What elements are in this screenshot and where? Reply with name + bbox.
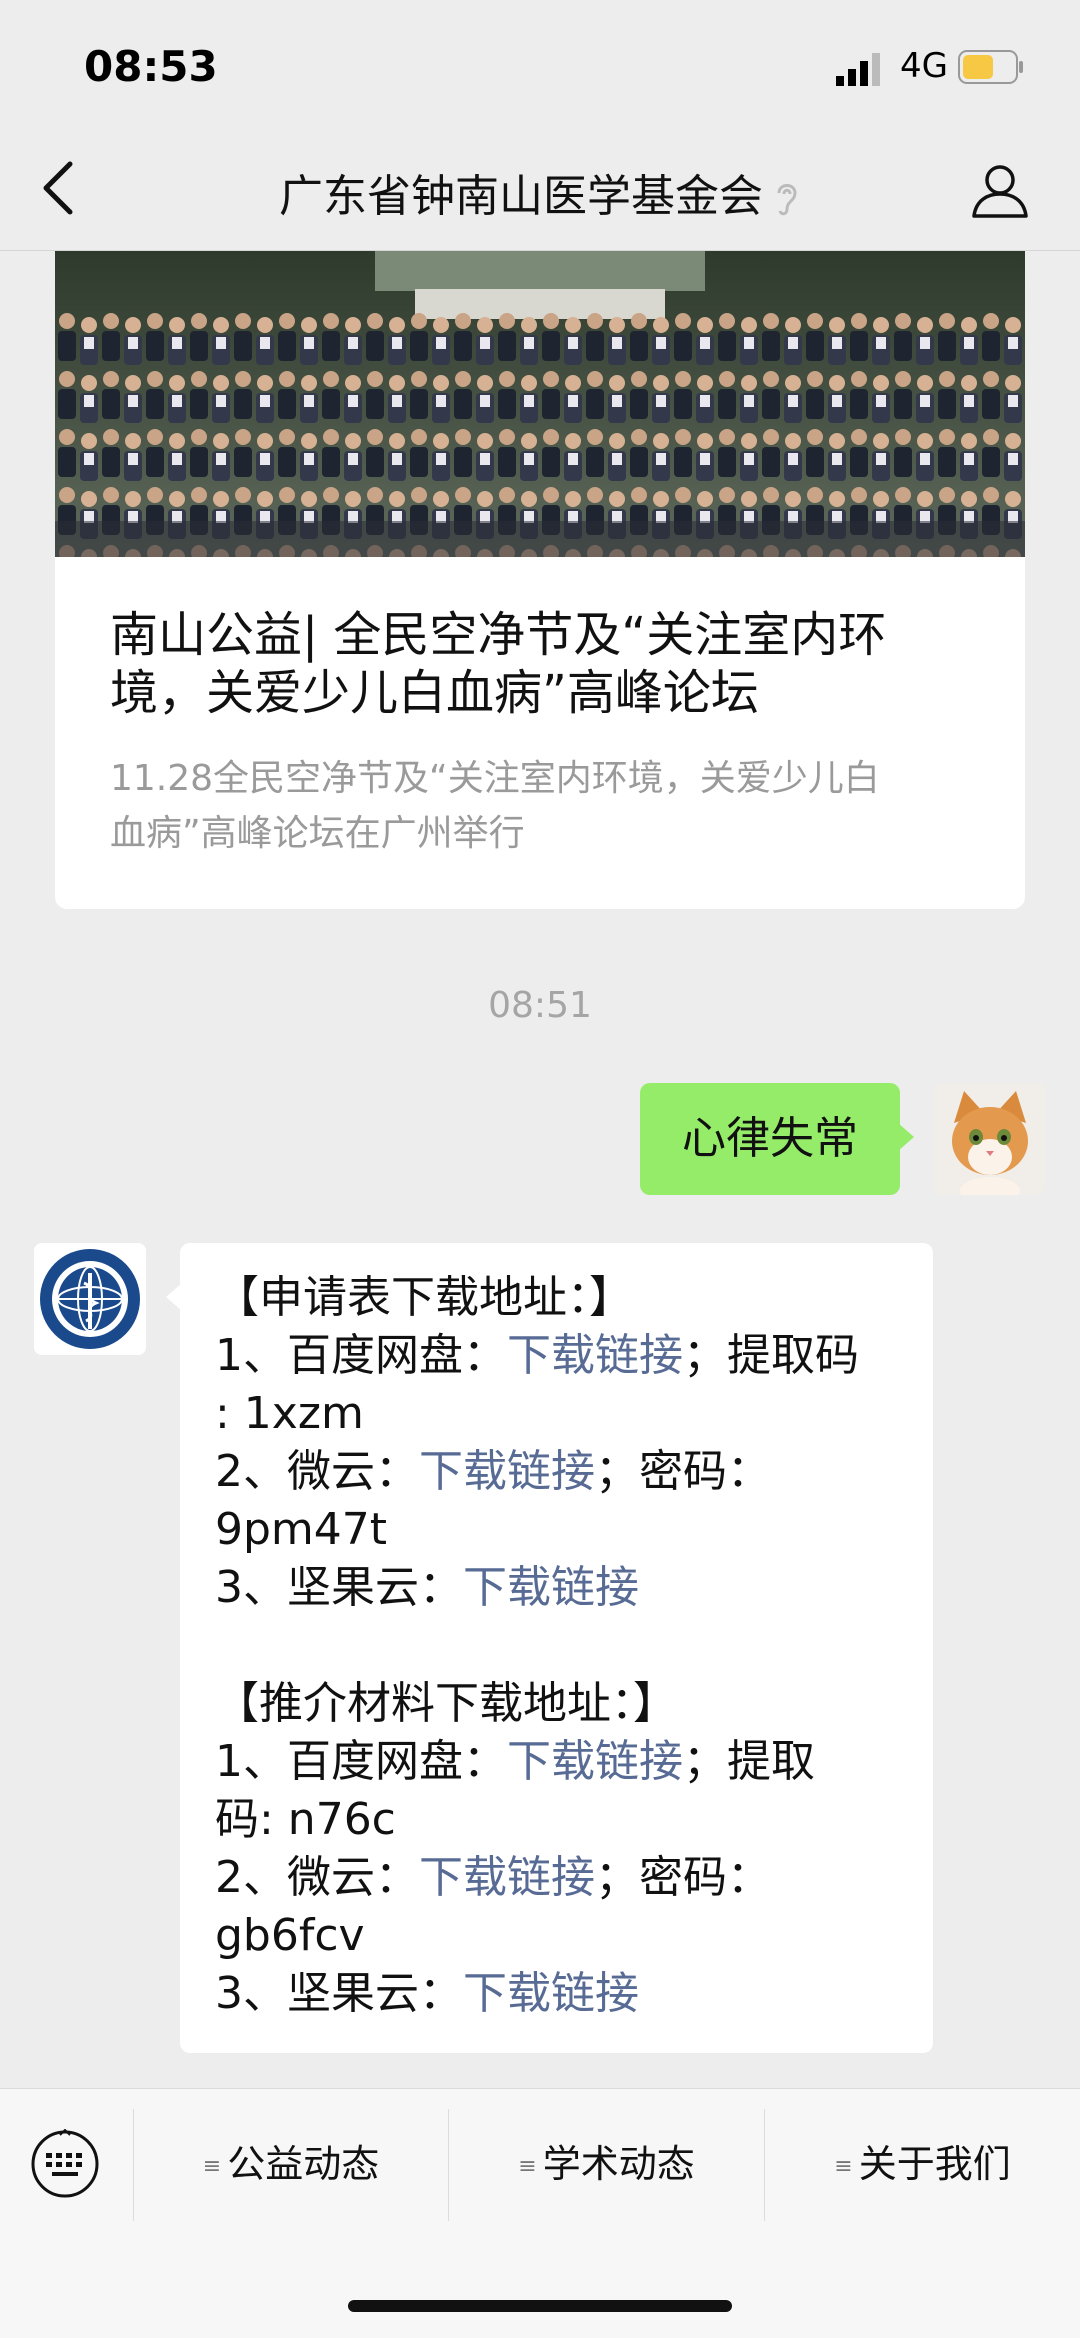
rec-1-code: 码: n76c [215,1794,396,1845]
apply-header: 【申请表下载地址：】 [215,1272,633,1323]
menu-lines-icon: ≡ [518,2153,537,2179]
menu-item-label: 公益动态 [227,2142,380,2186]
message-timestamp: 08:51 [488,985,592,1026]
article-card[interactable]: 南山公益| 全民空净节及“关注室内环 境，关爱少儿白血病”高峰论坛 11.28全… [55,251,1025,909]
apply-baidu-link[interactable]: 下载链接 [507,1330,683,1381]
bot-message-bubble: 【申请表下载地址：】 1、百度网盘：下载链接；提取码 : 1xzm 2、微云：下… [166,1243,933,2053]
menu-lines-icon: ≡ [834,2153,853,2179]
status-time: 08:53 [84,42,218,91]
rec-3-prefix: 3、坚果云： [215,1968,463,2019]
menu-item-label: 学术动态 [542,2142,695,2186]
apply-line-3: 3、坚果云：下载链接 [215,1559,639,1617]
top-bar: 08:53 4G 广东省钟南山医学基金会 [0,0,1080,251]
rec-jianguoyun-link[interactable]: 下载链接 [463,1968,639,2019]
rec-1-suffix: ；提取 [683,1736,815,1787]
my-message-text: 心律失常 [682,1113,858,1164]
apply-2-suffix: ；密码： [595,1446,771,1497]
apply-2-code: 9pm47t [215,1504,388,1555]
article-desc-line2: 血病”高峰论坛在广州举行 [110,813,525,854]
nav-title-row: 广东省钟南山医学基金会 [0,160,1080,224]
rec-baidu-link[interactable]: 下载链接 [507,1736,683,1787]
cellular-signal-icon [836,53,880,86]
page-title: 广东省钟南山医学基金会 [279,171,763,222]
apply-1-suffix: ；提取码 [683,1330,859,1381]
my-message-bubble[interactable]: 心律失常 [640,1083,914,1195]
rec-line-1: 1、百度网盘：下载链接；提取 [215,1733,815,1791]
rec-2-code: gb6fcv [215,1910,365,1961]
menu-lines-icon: ≡ [202,2153,222,2179]
menu-item-academic-news[interactable]: ≡ 学术动态 [449,2089,764,2239]
apply-line-2: 2、微云：下载链接；密码： [215,1443,771,1501]
apply-2-prefix: 2、微云： [215,1446,419,1497]
recommend-header: 【推介材料下载地址：】 [215,1678,677,1729]
rec-2-prefix: 2、微云： [215,1852,419,1903]
rec-line-3: 3、坚果云：下载链接 [215,1965,639,2023]
rec-line-2: 2、微云：下载链接；密码： [215,1849,771,1907]
apply-1-code: : 1xzm [215,1388,364,1439]
apply-jianguoyun-link[interactable]: 下载链接 [463,1562,639,1613]
article-title-line1: 南山公益| 全民空净节及“关注室内环 [110,607,887,663]
rec-1-prefix: 1、百度网盘： [215,1736,507,1787]
article-desc-line1: 11.28全民空净节及“关注室内环境，关爱少儿白 [110,758,880,799]
rec-weiyun-link[interactable]: 下载链接 [419,1852,595,1903]
article-title: 南山公益| 全民空净节及“关注室内环 境，关爱少儿白血病”高峰论坛 [110,606,1010,722]
group-photo-image [55,251,1025,557]
profile-icon[interactable] [970,160,1030,220]
menu-item-label: 关于我们 [858,2142,1011,2186]
article-description: 11.28全民空净节及“关注室内环境，关爱少儿白 血病”高峰论坛在广州举行 [110,751,1010,861]
menu-item-about-us[interactable]: ≡ 关于我们 [765,2089,1080,2239]
apply-line-1: 1、百度网盘：下载链接；提取码 [215,1327,859,1385]
foundation-logo-avatar [34,1243,146,1355]
article-title-line2: 境，关爱少儿白血病”高峰论坛 [110,665,759,721]
rec-2-suffix: ；密码： [595,1852,771,1903]
apply-1-prefix: 1、百度网盘： [215,1330,507,1381]
ear-icon [777,184,797,216]
menu-item-charity-news[interactable]: ≡ 公益动态 [134,2089,448,2239]
home-indicator[interactable] [348,2300,732,2312]
apply-weiyun-link[interactable]: 下载链接 [419,1446,595,1497]
keyboard-toggle-icon[interactable] [30,2129,100,2199]
battery-icon [958,50,1023,84]
network-type: 4G [900,46,948,86]
my-avatar-cat[interactable] [934,1083,1046,1195]
apply-3-prefix: 3、坚果云： [215,1562,463,1613]
